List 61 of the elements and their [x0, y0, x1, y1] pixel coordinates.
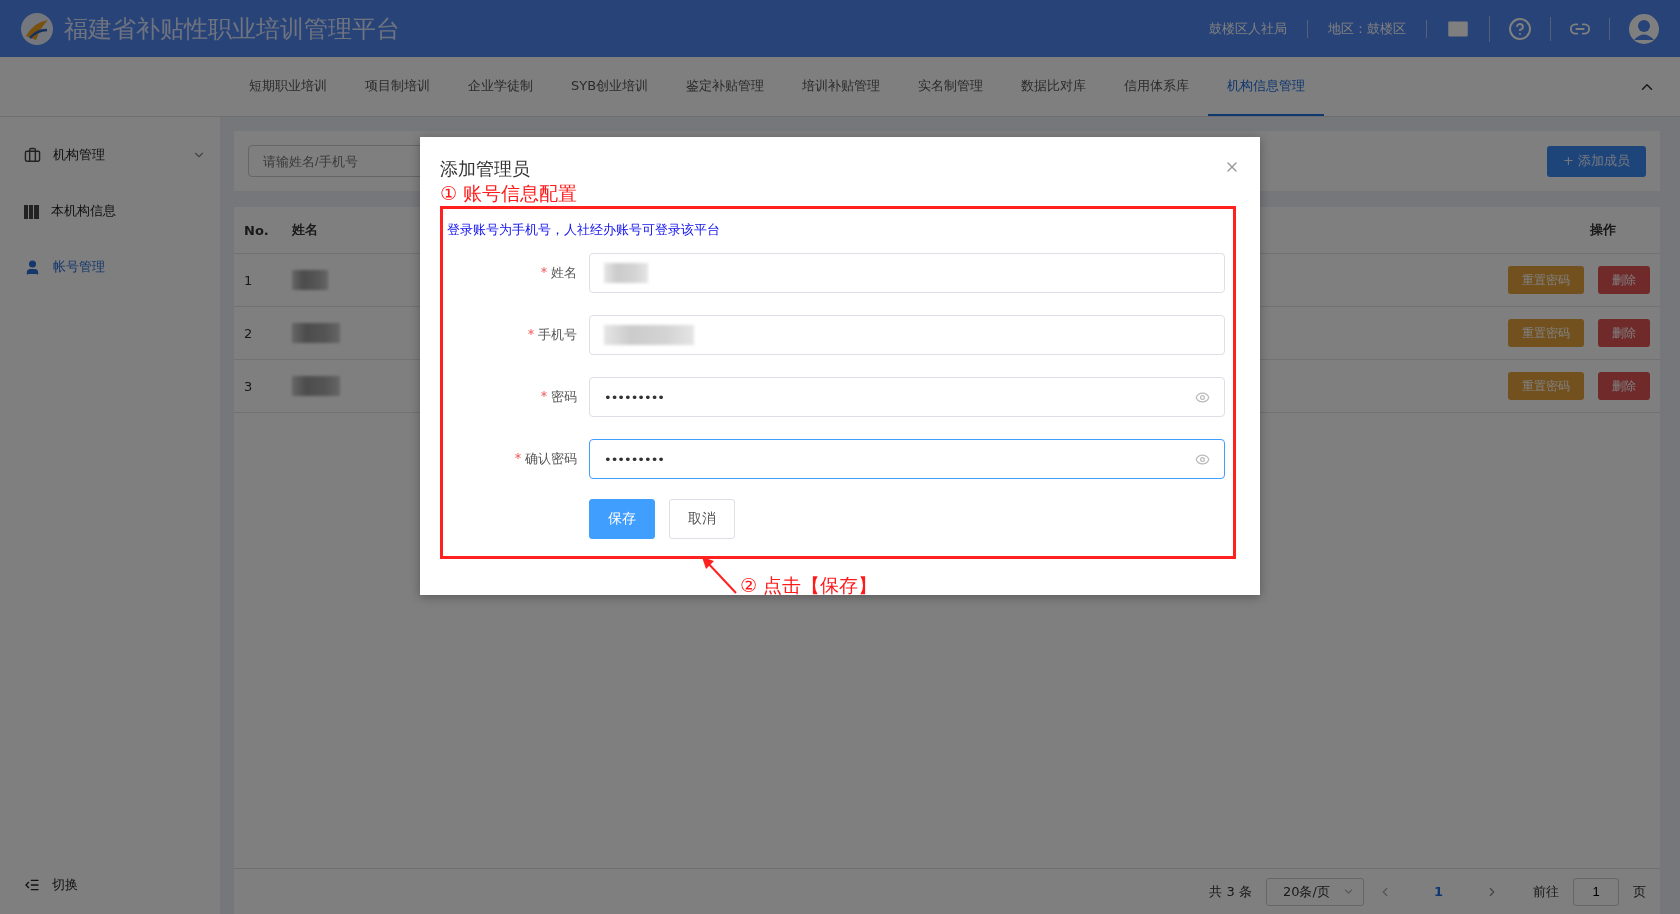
input-field[interactable]: [589, 315, 1225, 355]
nav-tab[interactable]: 短期职业培训: [230, 57, 346, 116]
sidebar-item[interactable]: 帐号管理: [53, 258, 220, 276]
annotation-label: ② 点击【保存】: [740, 573, 878, 597]
menu-icon[interactable]: [24, 877, 40, 893]
nav-tab[interactable]: 鉴定补贴管理: [667, 57, 784, 116]
column-header: 姓名: [292, 221, 319, 239]
sidebar-item[interactable]: 机构管理: [53, 146, 180, 164]
goto-field[interactable]: 1: [1573, 877, 1619, 906]
input-field[interactable]: •••••••••: [589, 439, 1225, 479]
redacted-text: [292, 270, 328, 290]
help-icon[interactable]: [1508, 16, 1532, 41]
avatar-icon[interactable]: [1628, 12, 1660, 45]
add-member-button[interactable]: + 添加成员: [1546, 145, 1646, 177]
save-button[interactable]: 保存: [589, 499, 655, 539]
user-icon: [24, 258, 41, 276]
briefcase-icon: [24, 146, 41, 164]
nav-tab[interactable]: 数据比对库: [1002, 57, 1106, 116]
region-label: 地区：鼓楼区: [1308, 19, 1427, 38]
nav-tab[interactable]: 培训补贴管理: [783, 57, 900, 116]
app-title: 福建省补贴性职业培训管理平台: [64, 13, 401, 45]
delete-button[interactable]: 删除: [1598, 372, 1650, 400]
field-label: 手机号: [538, 327, 577, 342]
eye-icon[interactable]: [1195, 451, 1210, 467]
redacted-text: [292, 376, 340, 396]
annotation-label: ① 账号信息配置: [440, 181, 579, 205]
page-size-select[interactable]: 20条/页: [1265, 877, 1364, 906]
page-number[interactable]: 1: [1405, 884, 1471, 899]
cancel-button[interactable]: 取消: [669, 499, 735, 539]
nav-tab[interactable]: 机构信息管理: [1208, 57, 1325, 116]
eye-icon[interactable]: [1195, 389, 1210, 405]
field-label: 姓名: [551, 265, 577, 280]
column-header: No.: [244, 222, 270, 238]
total-count: 共 3 条: [1209, 882, 1252, 901]
input-field[interactable]: [589, 253, 1225, 293]
reset-password-button[interactable]: 重置密码: [1508, 319, 1584, 347]
table-cell-text: 3: [244, 378, 254, 394]
column-header: 操作: [1590, 221, 1617, 239]
nav-tab[interactable]: 信用体系库: [1105, 57, 1209, 116]
input-field[interactable]: •••••••••: [589, 377, 1225, 417]
delete-button[interactable]: 删除: [1598, 319, 1650, 347]
nav-tab[interactable]: 实名制管理: [899, 57, 1003, 116]
table-cell-text: 1: [244, 272, 254, 288]
logo-icon: [20, 11, 54, 46]
nav-tab[interactable]: SYB创业培训: [552, 57, 668, 116]
redacted-text: [292, 323, 340, 343]
sidebar-item[interactable]: 本机构信息: [51, 202, 220, 220]
nav-tab[interactable]: 企业学徒制: [449, 57, 552, 116]
org-name: 鼓楼区人社局: [1189, 19, 1308, 38]
reset-password-button[interactable]: 重置密码: [1508, 372, 1584, 400]
table-cell-text: 2: [244, 325, 254, 341]
delete-button[interactable]: 删除: [1598, 266, 1650, 294]
goto-label: 前往: [1533, 882, 1559, 901]
field-label: 确认密码: [525, 451, 577, 466]
books-icon: [24, 203, 39, 219]
reset-password-button[interactable]: 重置密码: [1508, 266, 1584, 294]
nav-tab[interactable]: 项目制培训: [346, 57, 449, 116]
switch-label[interactable]: 切换: [52, 876, 78, 894]
page-suffix: 页: [1633, 882, 1646, 901]
dialog-note: 登录账号为手机号，人社经办账号可登录该平台: [447, 221, 721, 239]
field-label: 密码: [551, 389, 577, 404]
